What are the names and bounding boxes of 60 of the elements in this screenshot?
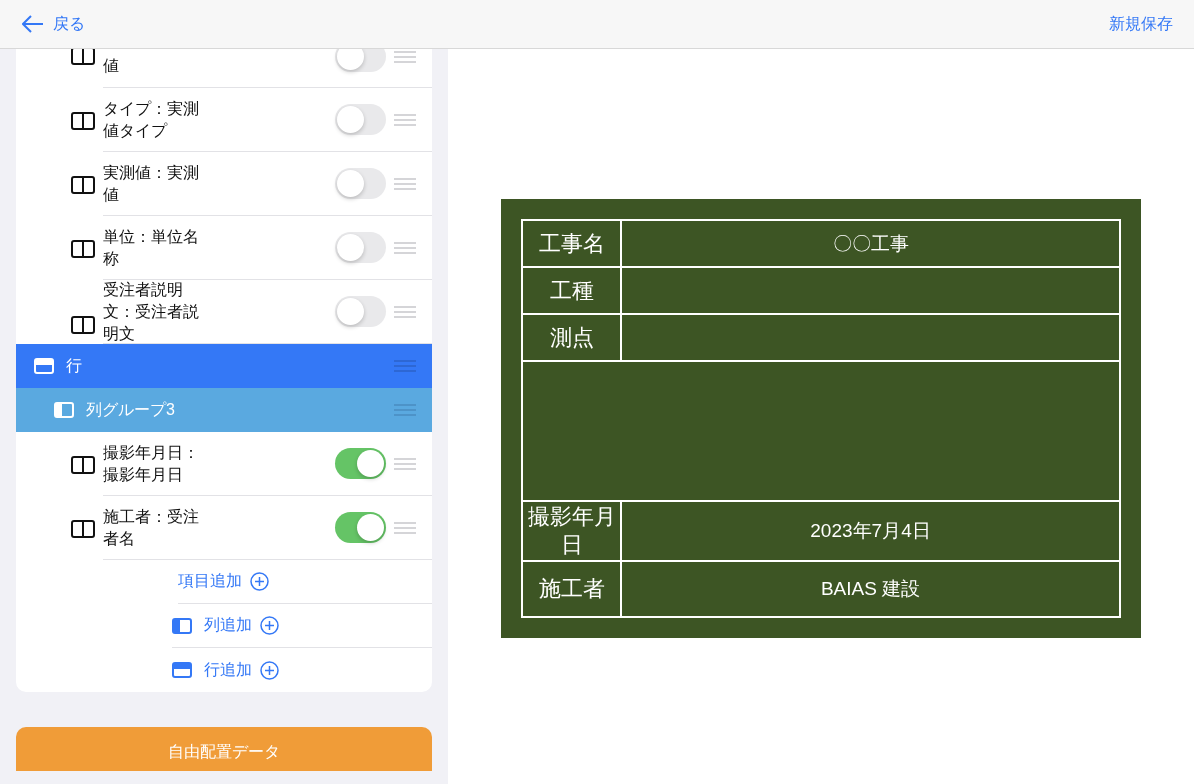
drag-handle-icon[interactable] <box>394 51 416 63</box>
drag-handle-icon[interactable] <box>394 305 416 318</box>
board-label-cell: 撮影年月日 <box>523 502 622 560</box>
field-row[interactable]: タイプ：実測値タイプ <box>16 88 432 152</box>
row-group-item[interactable]: 行 <box>16 344 432 388</box>
toggle-switch[interactable] <box>335 232 386 263</box>
board-label-cell: 工種 <box>523 268 622 313</box>
field-label: 単位：単位名称 <box>103 226 200 269</box>
field-label: 施工者：受注者名 <box>103 506 200 549</box>
drag-handle-icon[interactable] <box>394 241 416 254</box>
column-group-item[interactable]: 列グループ3 <box>16 388 432 432</box>
field-row[interactable]: 撮影年月日：撮影年月日 <box>16 432 432 496</box>
back-arrow-icon <box>22 15 44 33</box>
board-label-cell: 測点 <box>523 315 622 360</box>
field-label: 撮影年月日：撮影年月日 <box>103 442 200 485</box>
add-button[interactable]: 行追加 <box>204 659 279 681</box>
plus-circle-icon <box>250 572 269 591</box>
toggle-switch[interactable] <box>335 512 386 543</box>
column-item-icon <box>71 176 95 194</box>
save-button[interactable]: 新規保存 <box>1109 13 1173 35</box>
column-icon <box>54 402 74 418</box>
add-button[interactable]: 項目追加 <box>178 571 269 592</box>
toggle-switch[interactable] <box>335 296 386 327</box>
free-layout-data-button[interactable]: 自由配置データ <box>16 727 432 771</box>
row-icon <box>172 662 192 678</box>
plus-circle-icon <box>260 616 279 635</box>
drag-handle-icon[interactable] <box>394 404 416 416</box>
toggle-switch[interactable] <box>335 104 386 135</box>
board-value-text: 2023年7月4日 <box>810 519 931 543</box>
back-button[interactable]: 戻る <box>22 13 85 35</box>
add-button[interactable]: 列追加 <box>204 615 279 636</box>
column-item-icon <box>71 316 95 334</box>
field-label: タイプ：実測値タイプ <box>103 98 200 141</box>
board-label-cell: 施工者 <box>523 562 622 616</box>
toggle-switch[interactable] <box>335 448 386 479</box>
toggle-switch[interactable] <box>335 168 386 199</box>
field-label: 実測値：実測値 <box>103 162 200 205</box>
drag-handle-icon[interactable] <box>394 360 416 372</box>
drag-handle-icon[interactable] <box>394 113 416 126</box>
plus-circle-icon <box>260 660 279 680</box>
drag-handle-icon[interactable] <box>394 177 416 190</box>
column-item-icon <box>71 520 95 538</box>
field-row[interactable]: 施工者：受注者名 <box>16 496 432 560</box>
toggle-switch[interactable] <box>335 49 386 72</box>
field-row[interactable]: 値 <box>16 49 432 88</box>
board-value-text: BAIAS 建設 <box>820 577 921 601</box>
board-label-cell: 工事名 <box>523 221 622 266</box>
drag-handle-icon[interactable] <box>394 457 416 470</box>
field-row[interactable]: 実測値：実測値 <box>16 152 432 216</box>
field-row[interactable]: 単位：単位名称 <box>16 216 432 280</box>
field-label: 受注者説明文：受注者説明文 <box>103 279 200 344</box>
column-item-icon <box>71 240 95 258</box>
column-item-icon <box>71 49 95 65</box>
drag-handle-icon[interactable] <box>394 521 416 534</box>
row-icon <box>34 358 54 374</box>
column-icon <box>172 617 192 634</box>
column-item-icon <box>71 112 95 130</box>
board-value-text: 〇〇工事 <box>832 231 909 256</box>
field-label: 値 <box>103 56 120 76</box>
column-item-icon <box>71 456 95 474</box>
